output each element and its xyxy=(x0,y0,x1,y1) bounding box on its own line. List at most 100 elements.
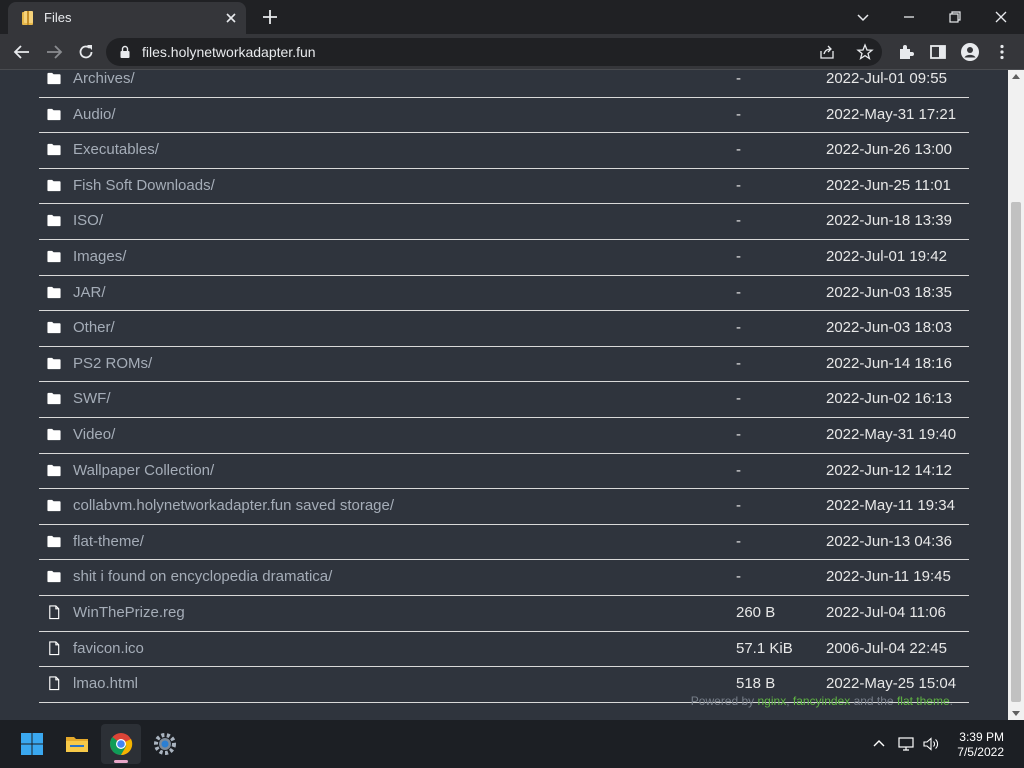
folder-icon xyxy=(47,393,61,405)
table-row[interactable]: Executables/ - 2022-Jun-26 13:00 xyxy=(39,133,969,169)
share-icon[interactable] xyxy=(818,43,836,61)
entry-size: - xyxy=(736,354,741,372)
entry-name-link[interactable]: Archives/ xyxy=(73,70,135,87)
entry-name-link[interactable]: Video/ xyxy=(73,426,115,443)
table-row[interactable]: JAR/ - 2022-Jun-03 18:35 xyxy=(39,276,969,312)
table-row[interactable]: Archives/ - 2022-Jul-01 09:55 xyxy=(39,70,969,98)
tab-files[interactable]: Files xyxy=(8,2,246,34)
entry-size: - xyxy=(736,141,741,159)
tab-search-chevron-icon[interactable] xyxy=(851,5,875,29)
scroll-down-arrow-icon[interactable] xyxy=(1012,711,1020,716)
start-button[interactable] xyxy=(12,724,52,764)
minimize-icon[interactable] xyxy=(897,5,921,29)
table-row[interactable]: favicon.ico 57.1 KiB 2006-Jul-04 22:45 xyxy=(39,632,969,668)
forward-arrow-icon[interactable] xyxy=(44,42,64,62)
active-app-indicator xyxy=(114,760,128,763)
entry-size: - xyxy=(736,425,741,443)
table-row[interactable]: flat-theme/ - 2022-Jun-13 04:36 xyxy=(39,525,969,561)
entry-date: 2022-Jun-26 13:00 xyxy=(826,141,952,159)
folder-favicon-icon xyxy=(22,11,33,25)
entry-name-link[interactable]: Fish Soft Downloads/ xyxy=(73,177,215,194)
tab-close-icon[interactable] xyxy=(221,8,241,28)
entry-name-link[interactable]: Other/ xyxy=(73,319,115,336)
entry-size: - xyxy=(736,497,741,515)
table-row[interactable]: SWF/ - 2022-Jun-02 16:13 xyxy=(39,382,969,418)
table-row[interactable]: collabvm.holynetworkadapter.fun saved st… xyxy=(39,489,969,525)
entry-name-link[interactable]: Images/ xyxy=(73,248,126,265)
entry-date: 2022-Jul-01 09:55 xyxy=(826,70,947,87)
tab-strip: Files xyxy=(0,0,1024,34)
profile-avatar-icon[interactable] xyxy=(960,42,980,62)
scrollbar-thumb[interactable] xyxy=(1011,202,1021,702)
extensions-puzzle-icon[interactable] xyxy=(896,42,916,62)
footer-mid: and the xyxy=(850,694,897,708)
footer: Powered by nginx, fancyindex and the fla… xyxy=(691,694,953,708)
entry-date: 2022-Jun-11 19:45 xyxy=(826,568,951,586)
entry-name-link[interactable]: Audio/ xyxy=(73,106,116,123)
address-bar[interactable]: files.holynetworkadapter.fun xyxy=(106,38,882,66)
entry-size: - xyxy=(736,247,741,265)
folder-icon xyxy=(47,215,61,227)
entry-name-link[interactable]: lmao.html xyxy=(73,675,138,692)
table-row[interactable]: ISO/ - 2022-Jun-18 13:39 xyxy=(39,204,969,240)
side-panel-icon[interactable] xyxy=(928,42,948,62)
table-row[interactable]: PS2 ROMs/ - 2022-Jun-14 18:16 xyxy=(39,347,969,383)
footer-link-fancyindex[interactable]: fancyindex xyxy=(793,694,850,708)
windows-taskbar: 3:39 PM 7/5/2022 xyxy=(0,720,1024,768)
entry-date: 2022-Jun-25 11:01 xyxy=(826,176,951,194)
new-tab-icon[interactable] xyxy=(260,7,280,27)
folder-icon xyxy=(47,108,61,120)
footer-suffix: . xyxy=(949,694,953,708)
url-text[interactable]: files.holynetworkadapter.fun xyxy=(142,44,316,60)
clock-time: 3:39 PM xyxy=(959,730,1004,744)
table-row[interactable]: WinThePrize.reg 260 B 2022-Jul-04 11:06 xyxy=(39,596,969,632)
scroll-up-arrow-icon[interactable] xyxy=(1012,74,1020,79)
taskbar-clock[interactable]: 3:39 PM 7/5/2022 xyxy=(940,730,1004,760)
footer-prefix: Powered by xyxy=(690,694,758,708)
file-explorer-button[interactable] xyxy=(57,724,97,764)
entry-name-link[interactable]: collabvm.holynetworkadapter.fun saved st… xyxy=(73,497,394,514)
table-row[interactable]: Images/ - 2022-Jul-01 19:42 xyxy=(39,240,969,276)
entry-date: 2022-Jul-04 11:06 xyxy=(826,603,946,621)
vertical-scrollbar[interactable] xyxy=(1008,70,1024,720)
entry-name-link[interactable]: PS2 ROMs/ xyxy=(73,355,152,372)
entry-size: 260 B xyxy=(736,603,776,621)
page-viewport: Archives/ - 2022-Jul-01 09:55 Audio/ - 2022-M… xyxy=(0,70,1008,720)
reload-icon[interactable] xyxy=(76,42,96,62)
folder-icon xyxy=(47,179,61,191)
menu-kebab-icon[interactable] xyxy=(992,42,1012,62)
restore-icon[interactable] xyxy=(943,5,967,29)
close-window-icon[interactable] xyxy=(989,5,1013,29)
tray-chevron-up-icon[interactable] xyxy=(870,735,888,753)
entry-name-link[interactable]: SWF/ xyxy=(73,390,111,407)
entry-date: 2022-Jun-12 14:12 xyxy=(826,461,952,479)
table-row[interactable]: Other/ - 2022-Jun-03 18:03 xyxy=(39,311,969,347)
entry-name-link[interactable]: JAR/ xyxy=(73,284,106,301)
clock-date: 7/5/2022 xyxy=(957,745,1004,759)
entry-size: - xyxy=(736,532,741,550)
table-row[interactable]: Audio/ - 2022-May-31 17:21 xyxy=(39,98,969,134)
entry-name-link[interactable]: ISO/ xyxy=(73,212,103,229)
table-row[interactable]: Video/ - 2022-May-31 19:40 xyxy=(39,418,969,454)
volume-icon[interactable] xyxy=(922,735,940,753)
back-arrow-icon[interactable] xyxy=(12,42,32,62)
table-row[interactable]: shit i found on encyclopedia dramatica/ -… xyxy=(39,560,969,596)
entry-name-link[interactable]: WinThePrize.reg xyxy=(73,604,185,621)
entry-name-link[interactable]: shit i found on encyclopedia dramatica/ xyxy=(73,568,332,585)
entry-name-link[interactable]: Wallpaper Collection/ xyxy=(73,462,214,479)
entry-name-link[interactable]: Executables/ xyxy=(73,141,159,158)
entry-size: 518 B xyxy=(736,675,776,693)
chrome-taskbar-button[interactable] xyxy=(101,724,141,764)
entry-size: - xyxy=(736,568,741,586)
entry-date: 2022-May-11 19:34 xyxy=(826,497,955,515)
footer-link-flat-theme[interactable]: flat theme xyxy=(897,694,950,708)
entry-name-link[interactable]: favicon.ico xyxy=(73,640,144,657)
bookmark-star-icon[interactable] xyxy=(856,43,874,61)
lock-icon[interactable] xyxy=(118,45,132,59)
settings-button[interactable] xyxy=(145,724,185,764)
network-icon[interactable] xyxy=(897,735,915,753)
table-row[interactable]: Wallpaper Collection/ - 2022-Jun-12 14:12 xyxy=(39,454,969,490)
entry-name-link[interactable]: flat-theme/ xyxy=(73,533,144,550)
footer-link-nginx[interactable]: nginx xyxy=(758,694,787,708)
table-row[interactable]: Fish Soft Downloads/ - 2022-Jun-25 11:01 xyxy=(39,169,969,205)
